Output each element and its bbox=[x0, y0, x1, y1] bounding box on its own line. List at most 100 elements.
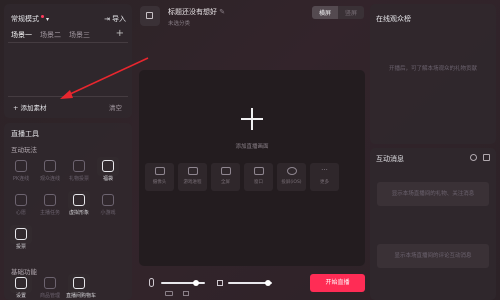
mode-selector[interactable]: 常规模式 ▾ bbox=[11, 14, 49, 24]
room-title-text: 标题还没有想好 bbox=[168, 8, 217, 16]
tool-label: 福袋 bbox=[102, 176, 113, 182]
edit-icon[interactable]: ✎ bbox=[219, 8, 225, 16]
room-category[interactable]: 未选分类 bbox=[168, 19, 190, 27]
source-fullscreen[interactable]: 全屏 bbox=[211, 163, 240, 191]
bottom-bar: 开始直播 bbox=[139, 272, 365, 298]
interactive-title: 互动玩法 bbox=[11, 146, 37, 154]
tool-icon bbox=[15, 160, 27, 172]
messages-title: 互动消息 bbox=[376, 155, 404, 163]
add-source-label: 添加直播画面 bbox=[235, 144, 269, 150]
orientation-portrait[interactable]: 竖屏 bbox=[338, 6, 364, 19]
settings-icon[interactable] bbox=[470, 154, 477, 161]
chevron-down-icon: ▾ bbox=[46, 15, 50, 23]
orientation-landscape[interactable]: 横屏 bbox=[312, 6, 339, 19]
tool-label: 主播任务 bbox=[39, 210, 60, 216]
add-material-button[interactable]: + 添加素材 bbox=[13, 102, 47, 112]
interactive-tool-2[interactable]: 礼物投票 bbox=[66, 160, 92, 182]
tool-label: 直播间购物车 bbox=[66, 293, 97, 299]
screen-toggle-icon[interactable] bbox=[183, 291, 189, 296]
divider bbox=[8, 42, 128, 43]
source-label: 更多 bbox=[320, 180, 329, 185]
tool-label: 观众连线 bbox=[39, 176, 60, 182]
tool-icon bbox=[73, 160, 85, 172]
interactive-tool-3[interactable]: 福袋 bbox=[95, 157, 121, 182]
import-label: 导入 bbox=[112, 15, 126, 23]
interactive-tool-4[interactable]: 心愿 bbox=[8, 194, 34, 216]
interactive-tool-6[interactable]: 虚拟形象 bbox=[66, 191, 92, 216]
notification-dot bbox=[41, 15, 44, 18]
tool-icon bbox=[44, 194, 56, 206]
interactive-tool-7[interactable]: 小游戏 bbox=[95, 194, 121, 216]
tool-icon bbox=[44, 277, 56, 289]
source-ios[interactable]: 投屏(iOS) bbox=[277, 163, 306, 191]
window-icon bbox=[253, 167, 264, 175]
room-cover-icon[interactable] bbox=[140, 6, 160, 26]
viewers-empty-text: 开播后，可了解本场观众的礼物贡献 bbox=[388, 66, 477, 72]
interactive-tool-0[interactable]: PK连线 bbox=[8, 160, 34, 182]
tool-label: 投票 bbox=[15, 244, 26, 250]
mode-title: 常规模式 bbox=[11, 15, 39, 23]
interactive-tool-1[interactable]: 观众连线 bbox=[37, 160, 63, 182]
clear-button[interactable]: 清空 bbox=[109, 102, 122, 112]
basic-title: 基础功能 bbox=[11, 268, 37, 276]
divider bbox=[8, 96, 128, 97]
source-label: 游戏进程 bbox=[183, 180, 202, 185]
popout-icon[interactable] bbox=[483, 154, 490, 161]
tool-label: 礼物投票 bbox=[68, 176, 89, 182]
go-live-button[interactable]: 开始直播 bbox=[310, 274, 365, 292]
speaker-volume-knob[interactable] bbox=[264, 280, 271, 286]
basic-tool-2[interactable]: 直播间购物车 bbox=[66, 274, 97, 299]
tool-label: 小游戏 bbox=[100, 210, 116, 216]
tool-icon bbox=[15, 228, 27, 240]
orientation-toggle: 横屏 竖屏 bbox=[312, 6, 365, 19]
tool-label: PK连线 bbox=[12, 176, 30, 182]
tool-label: 设置 bbox=[15, 293, 26, 299]
viewers-title: 在线观众榜 bbox=[376, 15, 411, 23]
import-button[interactable]: ⇥ 导入 bbox=[104, 14, 126, 24]
source-camera[interactable]: 摄像头 bbox=[145, 163, 174, 191]
add-scene-icon[interactable]: + bbox=[116, 28, 124, 39]
microphone-icon[interactable] bbox=[149, 278, 154, 287]
tool-icon bbox=[44, 160, 56, 172]
source-game[interactable]: 游戏进程 bbox=[178, 163, 207, 191]
basic-tool-0[interactable]: 设置 bbox=[8, 274, 34, 299]
source-label: 窗口 bbox=[254, 180, 263, 185]
scene-panel: 常规模式 ▾ ⇥ 导入 场景一 场景二 场景三 + + 添加素材 清空 bbox=[4, 4, 132, 118]
source-window[interactable]: 窗口 bbox=[244, 163, 273, 191]
tool-icon bbox=[102, 160, 114, 172]
source-label: 全屏 bbox=[221, 180, 230, 185]
room-title[interactable]: 标题还没有想好 ✎ bbox=[168, 7, 225, 17]
tools-panel: 直播工具 互动玩法 PK连线 观众连线 礼物投票 福袋 心愿 主播任务 虚拟形象 小游戏 投票 … bbox=[4, 123, 132, 300]
apple-icon bbox=[286, 167, 297, 175]
tool-label: 商品管理 bbox=[39, 293, 60, 299]
tool-icon bbox=[102, 194, 114, 206]
source-label: 摄像头 bbox=[152, 180, 167, 185]
basic-tool-1[interactable]: 商品管理 bbox=[37, 277, 63, 299]
viewers-panel: 在线观众榜 开播后，可了解本场观众的礼物贡献 bbox=[370, 4, 496, 144]
add-source-plus-icon[interactable] bbox=[241, 108, 263, 130]
camera-toggle-icon[interactable] bbox=[165, 291, 173, 296]
comment-messages-placeholder: 显示本场直播间的评论互动消息 bbox=[377, 244, 489, 268]
messages-panel: 互动消息 显示本场直播间的礼物、关注消息 显示本场直播间的评论互动消息 bbox=[370, 148, 496, 300]
camera-icon bbox=[154, 167, 165, 175]
tools-title: 直播工具 bbox=[11, 130, 39, 138]
tool-icon bbox=[73, 194, 85, 206]
gift-messages-placeholder: 显示本场直播间的礼物、关注消息 bbox=[377, 182, 489, 206]
source-label: 投屏(iOS) bbox=[281, 180, 302, 185]
tool-icon bbox=[73, 277, 85, 289]
source-more[interactable]: ··· 更多 bbox=[310, 163, 339, 191]
tool-icon bbox=[15, 277, 27, 289]
interactive-tool-5[interactable]: 主播任务 bbox=[37, 194, 63, 216]
tool-icon bbox=[15, 194, 27, 206]
monitor-icon bbox=[220, 167, 231, 175]
gamepad-icon bbox=[187, 167, 198, 175]
tool-label: 虚拟形象 bbox=[68, 210, 89, 216]
preview-canvas: 添加直播画面 摄像头 游戏进程 全屏 窗口 投屏(iOS) ··· 更多 bbox=[139, 70, 365, 266]
tool-label: 心愿 bbox=[15, 210, 26, 216]
more-icon: ··· bbox=[321, 166, 328, 174]
interactive-tool-8[interactable]: 投票 bbox=[8, 225, 34, 250]
mic-volume-knob[interactable] bbox=[193, 280, 200, 286]
source-buttons: 摄像头 游戏进程 全屏 窗口 投屏(iOS) ··· 更多 bbox=[145, 163, 339, 191]
import-icon: ⇥ bbox=[104, 15, 110, 23]
speaker-icon[interactable] bbox=[217, 280, 223, 286]
